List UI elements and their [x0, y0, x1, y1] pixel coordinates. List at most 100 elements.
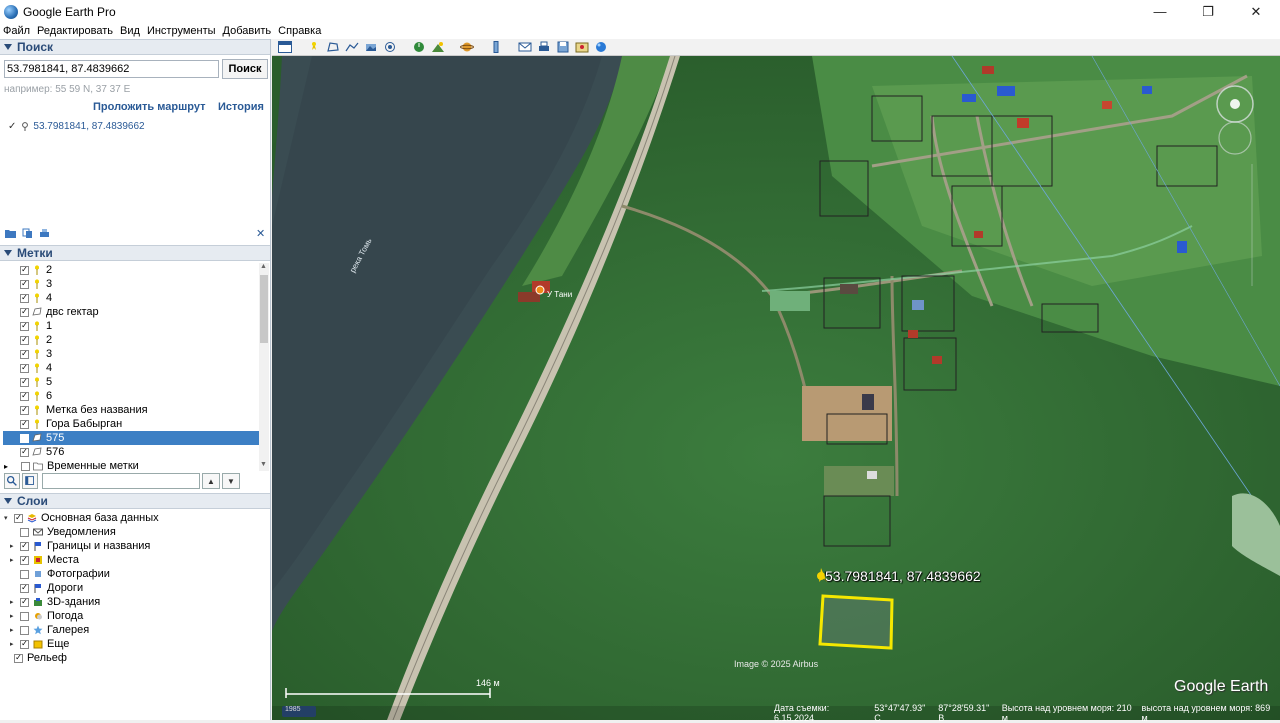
- save-image-icon[interactable]: [556, 41, 570, 53]
- places-item[interactable]: ✓ 3: [3, 277, 259, 291]
- visibility-checkbox[interactable]: [20, 433, 29, 443]
- places-item[interactable]: ✓ 2: [3, 263, 259, 277]
- visibility-checkbox[interactable]: ✓: [20, 335, 29, 345]
- places-item[interactable]: ✓ 3: [3, 347, 259, 361]
- places-item[interactable]: ✓ 4: [3, 291, 259, 305]
- clear-search-icon[interactable]: ✕: [256, 227, 265, 240]
- print-icon[interactable]: [38, 228, 51, 239]
- layers-section-header[interactable]: Слои: [0, 493, 270, 509]
- menu-view[interactable]: Вид: [120, 25, 140, 37]
- historical-imagery-icon[interactable]: [412, 41, 426, 53]
- minimize-button[interactable]: —: [1136, 0, 1184, 23]
- menu-edit[interactable]: Редактировать: [37, 25, 113, 37]
- menu-file[interactable]: Файл: [3, 25, 30, 37]
- close-button[interactable]: ✕: [1232, 0, 1280, 23]
- visibility-checkbox[interactable]: ✓: [20, 279, 29, 289]
- places-item[interactable]: ✓ 5: [3, 375, 259, 389]
- expand-arrow-icon[interactable]: ▸: [10, 640, 18, 648]
- move-up-button[interactable]: ▲: [202, 473, 220, 489]
- places-item[interactable]: ✓ 1: [3, 319, 259, 333]
- highlighted-plot-polygon[interactable]: [818, 594, 894, 650]
- places-item[interactable]: ✓ Гора Бабырган: [3, 417, 259, 431]
- layer-checkbox[interactable]: ✓: [20, 639, 29, 649]
- get-directions-link[interactable]: Проложить маршрут: [93, 101, 205, 113]
- visibility-checkbox[interactable]: ✓: [20, 447, 29, 457]
- record-tour-icon[interactable]: [383, 41, 397, 53]
- scroll-up-icon[interactable]: ▲: [260, 263, 267, 270]
- ruler-icon[interactable]: [489, 41, 503, 53]
- layer-checkbox[interactable]: ✓: [20, 583, 29, 593]
- expand-arrow-icon[interactable]: ▸: [10, 626, 18, 634]
- visibility-checkbox[interactable]: ✓: [20, 293, 29, 303]
- visibility-checkbox[interactable]: ✓: [20, 321, 29, 331]
- layer-checkbox[interactable]: [20, 569, 29, 579]
- move-down-button[interactable]: ▼: [222, 473, 240, 489]
- visibility-checkbox[interactable]: ✓: [20, 419, 29, 429]
- layer-checkbox[interactable]: ✓: [20, 597, 29, 607]
- search-result-item[interactable]: ✓ 53.7981841, 87.4839662: [8, 121, 145, 132]
- expand-arrow-icon[interactable]: ▸: [4, 462, 12, 471]
- add-path-icon[interactable]: [345, 41, 359, 53]
- visibility-checkbox[interactable]: ✓: [20, 265, 29, 275]
- layer-checkbox[interactable]: [20, 611, 29, 621]
- search-button[interactable]: Поиск: [222, 59, 268, 79]
- places-filter-input[interactable]: [42, 473, 200, 489]
- layer-item[interactable]: ▸ ✓ Границы и названия: [0, 539, 270, 553]
- add-placemark-icon[interactable]: [307, 41, 321, 53]
- planet-switch-icon[interactable]: [460, 41, 474, 53]
- places-folder[interactable]: ▸ Временные метки: [3, 459, 259, 471]
- places-item[interactable]: ✓ двс гектар: [3, 305, 259, 319]
- map-view[interactable]: река Томь У Тани 53.7981841, 87.4839662 …: [272, 56, 1280, 720]
- save-to-places-icon[interactable]: [4, 228, 17, 239]
- layer-item[interactable]: ▾ ✓ Основная база данных: [0, 511, 270, 525]
- layer-checkbox[interactable]: [20, 527, 29, 537]
- visibility-checkbox[interactable]: ✓: [20, 405, 29, 415]
- search-places-icon[interactable]: [4, 473, 20, 489]
- layer-item[interactable]: ▸ ✓ 3D-здания: [0, 595, 270, 609]
- add-image-overlay-icon[interactable]: [364, 41, 378, 53]
- sidebar-toggle-icon[interactable]: [278, 41, 292, 53]
- maximize-button[interactable]: ❐: [1184, 0, 1232, 23]
- view-in-maps-icon[interactable]: [575, 41, 589, 53]
- print-icon[interactable]: [537, 41, 551, 53]
- menu-help[interactable]: Справка: [278, 25, 321, 37]
- panel-toggle-icon[interactable]: [22, 473, 38, 489]
- copy-icon[interactable]: [21, 228, 34, 239]
- search-section-header[interactable]: Поиск: [0, 39, 270, 55]
- layer-item[interactable]: ✓ Дороги: [0, 581, 270, 595]
- visibility-checkbox[interactable]: ✓: [20, 307, 29, 317]
- email-icon[interactable]: [518, 41, 532, 53]
- places-item[interactable]: ✓ 576: [3, 445, 259, 459]
- places-item[interactable]: ✓ Метка без названия: [3, 403, 259, 417]
- search-input[interactable]: 53.7981841, 87.4839662: [4, 60, 219, 78]
- places-scrollbar[interactable]: ▲ ▼: [259, 263, 269, 471]
- layer-checkbox[interactable]: ✓: [20, 541, 29, 551]
- layer-item[interactable]: ▸ Погода: [0, 609, 270, 623]
- scroll-down-icon[interactable]: ▼: [260, 461, 267, 468]
- layer-item[interactable]: ✓ Рельеф: [0, 651, 270, 665]
- visibility-checkbox[interactable]: ✓: [20, 377, 29, 387]
- visibility-checkbox[interactable]: ✓: [20, 391, 29, 401]
- places-item[interactable]: ✓ 2: [3, 333, 259, 347]
- menu-tools[interactable]: Инструменты: [147, 25, 216, 37]
- layer-checkbox[interactable]: ✓: [20, 555, 29, 565]
- expand-arrow-icon[interactable]: ▸: [10, 598, 18, 606]
- layer-checkbox[interactable]: [20, 625, 29, 635]
- menu-add[interactable]: Добавить: [223, 25, 272, 37]
- expand-arrow-icon[interactable]: ▸: [10, 556, 18, 564]
- places-item[interactable]: 575: [3, 431, 259, 445]
- layer-item[interactable]: ▸ Галерея: [0, 623, 270, 637]
- visibility-checkbox[interactable]: ✓: [20, 349, 29, 359]
- expand-arrow-icon[interactable]: ▸: [10, 612, 18, 620]
- globe-icon[interactable]: [594, 41, 608, 53]
- expand-arrow-icon[interactable]: ▾: [4, 514, 12, 522]
- layer-item[interactable]: ▸ ✓ Места: [0, 553, 270, 567]
- layer-checkbox[interactable]: ✓: [14, 513, 23, 523]
- visibility-checkbox[interactable]: ✓: [20, 363, 29, 373]
- sun-icon[interactable]: [431, 41, 445, 53]
- places-item[interactable]: ✓ 6: [3, 389, 259, 403]
- scrollbar-thumb[interactable]: [260, 275, 268, 343]
- places-section-header[interactable]: Метки: [0, 245, 270, 261]
- places-item[interactable]: ✓ 4: [3, 361, 259, 375]
- history-link[interactable]: История: [218, 101, 264, 113]
